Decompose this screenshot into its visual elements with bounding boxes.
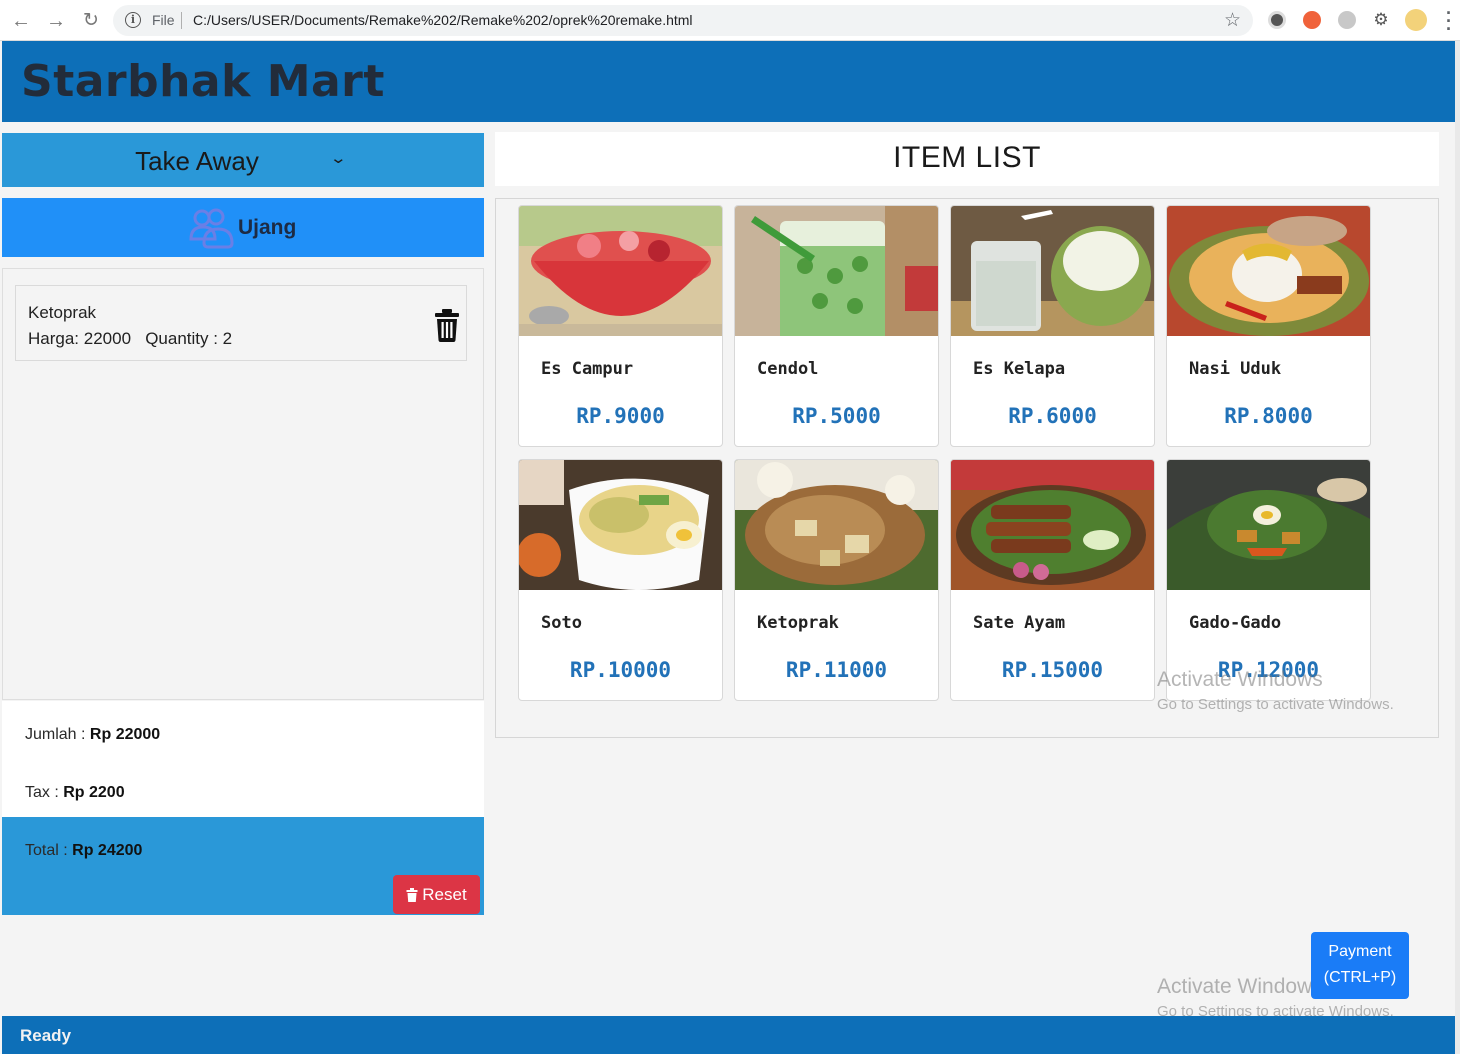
reset-button[interactable]: Reset	[393, 875, 480, 914]
extension-gray-icon[interactable]	[1338, 11, 1356, 29]
soto-image	[519, 460, 722, 590]
payment-button[interactable]: Payment (CTRL+P)	[1311, 932, 1409, 999]
extension-circle-icon[interactable]	[1268, 11, 1286, 29]
tax-label: Tax :	[25, 784, 64, 801]
cendol-image	[735, 206, 938, 336]
customer-name: Ujang	[238, 216, 297, 239]
sate-ayam-image	[951, 460, 1154, 590]
item-name: Es Campur	[541, 359, 634, 379]
nasi-uduk-image	[1167, 206, 1370, 336]
total-panel: Total : Rp 24200 Reset	[2, 817, 484, 915]
item-price: RP.15000	[1001, 658, 1104, 682]
info-icon[interactable]: i	[125, 12, 141, 28]
jumlah-row: Jumlah : Rp 22000	[25, 726, 160, 744]
item-price: RP.8000	[1224, 404, 1313, 428]
address-bar[interactable]: i File C:/Users/USER/Documents/Remake%20…	[113, 5, 1253, 36]
extension-orange-icon[interactable]	[1303, 11, 1321, 29]
item-list-title: ITEM LIST	[893, 141, 1041, 174]
forward-arrow-icon[interactable]: →	[44, 9, 68, 33]
back-arrow-icon[interactable]: ←	[9, 9, 33, 33]
total-label: Total :	[25, 842, 73, 859]
activate-windows-watermark-title: Activate Windows	[1157, 975, 1323, 998]
es-campur-image	[519, 206, 722, 336]
puzzle-icon[interactable]: ⚙	[1372, 11, 1390, 29]
activate-windows-watermark-subtitle: Go to Settings to activate Windows.	[1157, 696, 1394, 713]
item-list-header: ITEM LIST	[495, 132, 1439, 186]
reload-icon[interactable]: ↻	[79, 9, 103, 33]
item-price: RP.5000	[792, 404, 881, 428]
payment-shortcut: (CTRL+P)	[1323, 969, 1397, 986]
trash-small-icon	[406, 887, 418, 902]
url-divider	[181, 12, 182, 29]
item-card-es-campur[interactable]: Es Campur RP.9000	[518, 205, 723, 447]
browser-toolbar: ← → ↻ i File C:/Users/USER/Documents/Rem…	[0, 0, 1460, 41]
page-scrollbar[interactable]	[1455, 41, 1460, 1054]
app-title: Starbhak Mart	[21, 56, 385, 107]
avatar[interactable]	[1405, 9, 1427, 31]
status-text: Ready	[20, 1026, 72, 1045]
cart-item-detail: Harga: 22000 Quantity : 2	[28, 329, 233, 348]
cart-item-name: Ketoprak	[28, 303, 97, 322]
jumlah-value: Rp 22000	[89, 726, 161, 743]
cart-item: Ketoprak Harga: 22000 Quantity : 2	[15, 285, 467, 361]
ketoprak-image	[735, 460, 938, 590]
app-header: Starbhak Mart	[2, 41, 1455, 122]
users-icon	[189, 208, 234, 249]
order-type-select[interactable]: Take Away ⌄	[2, 133, 484, 187]
trash-icon[interactable]	[432, 308, 462, 342]
status-bar: Ready	[2, 1016, 1455, 1054]
gado-gado-image	[1167, 460, 1370, 590]
tax-row: Tax : Rp 2200	[25, 784, 125, 802]
item-card-ketoprak[interactable]: Ketoprak RP.11000	[734, 459, 939, 701]
activate-windows-watermark-title: Activate Windows	[1157, 668, 1323, 691]
item-grid: Es Campur RP.9000 Cendol RP.5000 Es Kela…	[495, 198, 1439, 738]
item-price: RP.10000	[569, 658, 672, 682]
item-card-nasi-uduk[interactable]: Nasi Uduk RP.8000	[1166, 205, 1371, 447]
jumlah-label: Jumlah :	[25, 726, 90, 743]
bookmark-star-icon[interactable]: ☆	[1224, 9, 1241, 32]
item-name: Ketoprak	[757, 613, 839, 633]
total-value: Rp 24200	[72, 842, 143, 859]
item-name: Nasi Uduk	[1189, 359, 1282, 379]
menu-dots-icon[interactable]: · · ·	[1444, 4, 1454, 38]
file-label: File	[152, 12, 175, 28]
customer-bar[interactable]: Ujang	[2, 198, 484, 257]
item-price: RP.6000	[1008, 404, 1097, 428]
item-card-gado-gado[interactable]: Gado-Gado RP.12000	[1166, 459, 1371, 701]
reset-label: Reset	[422, 884, 467, 904]
item-card-soto[interactable]: Soto RP.10000	[518, 459, 723, 701]
payment-label: Payment	[1328, 943, 1392, 960]
item-name: Gado-Gado	[1189, 613, 1282, 633]
chevron-down-icon: ⌄	[329, 150, 348, 167]
tax-value: Rp 2200	[63, 784, 125, 801]
item-card-es-kelapa[interactable]: Es Kelapa RP.6000	[950, 205, 1155, 447]
total-row: Total : Rp 24200	[25, 842, 142, 860]
url-text[interactable]: C:/Users/USER/Documents/Remake%202/Remak…	[193, 12, 693, 28]
item-name: Sate Ayam	[973, 613, 1066, 633]
es-kelapa-image	[951, 206, 1154, 336]
item-price: RP.9000	[576, 404, 665, 428]
item-name: Es Kelapa	[973, 359, 1066, 379]
cart-list: Ketoprak Harga: 22000 Quantity : 2	[2, 268, 484, 700]
item-name: Cendol	[757, 359, 819, 379]
item-price: RP.11000	[785, 658, 888, 682]
item-card-cendol[interactable]: Cendol RP.5000	[734, 205, 939, 447]
summary-panel: Jumlah : Rp 22000 Tax : Rp 2200	[2, 701, 484, 817]
item-name: Soto	[541, 613, 582, 633]
item-card-sate-ayam[interactable]: Sate Ayam RP.15000	[950, 459, 1155, 701]
